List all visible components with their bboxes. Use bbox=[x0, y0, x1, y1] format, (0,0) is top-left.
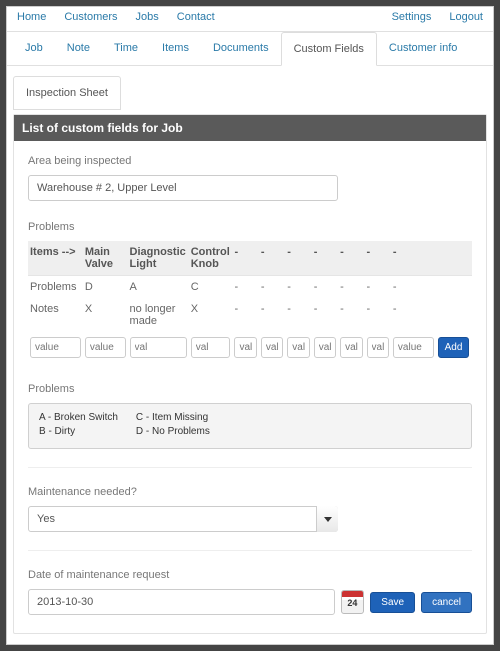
save-button[interactable]: Save bbox=[370, 592, 415, 613]
cell: - bbox=[285, 276, 311, 299]
row-label-problems: Problems bbox=[28, 276, 83, 299]
area-input[interactable] bbox=[28, 175, 338, 201]
cell: - bbox=[391, 298, 436, 332]
area-label: Area being inspected bbox=[28, 155, 472, 167]
legend-item: D - No Problems bbox=[136, 426, 210, 437]
row-label-notes: Notes bbox=[28, 298, 83, 332]
subtab-inspection-sheet[interactable]: Inspection Sheet bbox=[13, 76, 121, 110]
items-header: Items --> bbox=[28, 241, 83, 276]
nav-customers[interactable]: Customers bbox=[64, 11, 117, 23]
cell: - bbox=[312, 276, 338, 299]
cell: - bbox=[285, 298, 311, 332]
date-label: Date of maintenance request bbox=[28, 569, 472, 581]
col-diagnostic-light: Diagnostic Light bbox=[128, 241, 189, 276]
cell: A bbox=[128, 276, 189, 299]
sub-tab-bar: Inspection Sheet bbox=[7, 66, 493, 114]
tab-items[interactable]: Items bbox=[150, 32, 201, 65]
nav-home[interactable]: Home bbox=[17, 11, 46, 23]
cell: - bbox=[338, 276, 364, 299]
maintenance-label: Maintenance needed? bbox=[28, 486, 472, 498]
value-input[interactable] bbox=[367, 337, 389, 358]
cancel-button[interactable]: cancel bbox=[421, 592, 472, 613]
nav-jobs[interactable]: Jobs bbox=[136, 11, 159, 23]
legend-item: B - Dirty bbox=[39, 426, 118, 437]
col-control-knob: Control Knob bbox=[189, 241, 233, 276]
value-input[interactable] bbox=[30, 337, 81, 358]
cell: - bbox=[365, 276, 391, 299]
problems-heading: Problems bbox=[28, 221, 472, 233]
value-input[interactable] bbox=[191, 337, 231, 358]
sub-nav: Job Note Time Items Documents Custom Fie… bbox=[7, 31, 493, 66]
value-input[interactable] bbox=[393, 337, 434, 358]
value-input[interactable] bbox=[85, 337, 126, 358]
value-input[interactable] bbox=[261, 337, 283, 358]
nav-contact[interactable]: Contact bbox=[177, 11, 215, 23]
value-input[interactable] bbox=[314, 337, 336, 358]
value-input[interactable] bbox=[130, 337, 187, 358]
tab-time[interactable]: Time bbox=[102, 32, 150, 65]
app-window: Home Customers Jobs Contact Settings Log… bbox=[6, 6, 494, 645]
col-empty: - bbox=[259, 241, 285, 276]
cell: C bbox=[189, 276, 233, 299]
cell: no longer made bbox=[128, 298, 189, 332]
panel-title: List of custom fields for Job bbox=[14, 115, 486, 141]
value-input[interactable] bbox=[234, 337, 256, 358]
calendar-day: 24 bbox=[342, 598, 364, 608]
tab-customer-info[interactable]: Customer info bbox=[377, 32, 469, 65]
col-empty: - bbox=[232, 241, 258, 276]
cell: - bbox=[338, 298, 364, 332]
cell: - bbox=[232, 298, 258, 332]
tab-custom-fields[interactable]: Custom Fields bbox=[281, 32, 377, 66]
cell: D bbox=[83, 276, 128, 299]
value-input[interactable] bbox=[340, 337, 362, 358]
add-button[interactable]: Add bbox=[438, 337, 470, 358]
col-empty: - bbox=[391, 241, 436, 276]
cell: - bbox=[259, 298, 285, 332]
custom-fields-panel: List of custom fields for Job Area being… bbox=[13, 114, 487, 634]
problems-legend: A - Broken Switch B - Dirty C - Item Mis… bbox=[28, 403, 472, 449]
top-nav: Home Customers Jobs Contact Settings Log… bbox=[7, 7, 493, 31]
legend-heading: Problems bbox=[28, 383, 472, 395]
table-header-row: Items --> Main Valve Diagnostic Light Co… bbox=[28, 241, 472, 276]
legend-item: A - Broken Switch bbox=[39, 412, 118, 423]
table-row: Problems D A C - - - - - - - bbox=[28, 276, 472, 299]
nav-logout[interactable]: Logout bbox=[449, 11, 483, 23]
calendar-icon[interactable]: 24 bbox=[341, 590, 365, 614]
tab-note[interactable]: Note bbox=[55, 32, 102, 65]
cell: - bbox=[365, 298, 391, 332]
cell: - bbox=[259, 276, 285, 299]
legend-item: C - Item Missing bbox=[136, 412, 210, 423]
col-empty: - bbox=[285, 241, 311, 276]
date-input[interactable] bbox=[28, 589, 335, 615]
tab-documents[interactable]: Documents bbox=[201, 32, 281, 65]
value-input-row: Add bbox=[28, 332, 472, 363]
cell: - bbox=[391, 276, 436, 299]
cell: X bbox=[83, 298, 128, 332]
col-empty: - bbox=[338, 241, 364, 276]
top-nav-left: Home Customers Jobs Contact bbox=[17, 11, 215, 23]
cell: X bbox=[189, 298, 233, 332]
cell: - bbox=[312, 298, 338, 332]
nav-settings[interactable]: Settings bbox=[392, 11, 432, 23]
table-row: Notes X no longer made X - - - - - - - bbox=[28, 298, 472, 332]
cell: - bbox=[232, 276, 258, 299]
value-input[interactable] bbox=[287, 337, 309, 358]
top-nav-right: Settings Logout bbox=[392, 11, 483, 23]
maintenance-select[interactable] bbox=[28, 506, 338, 532]
col-empty: - bbox=[365, 241, 391, 276]
tab-job[interactable]: Job bbox=[13, 32, 55, 65]
col-empty: - bbox=[312, 241, 338, 276]
problems-table: Items --> Main Valve Diagnostic Light Co… bbox=[28, 241, 472, 363]
col-main-valve: Main Valve bbox=[83, 241, 128, 276]
